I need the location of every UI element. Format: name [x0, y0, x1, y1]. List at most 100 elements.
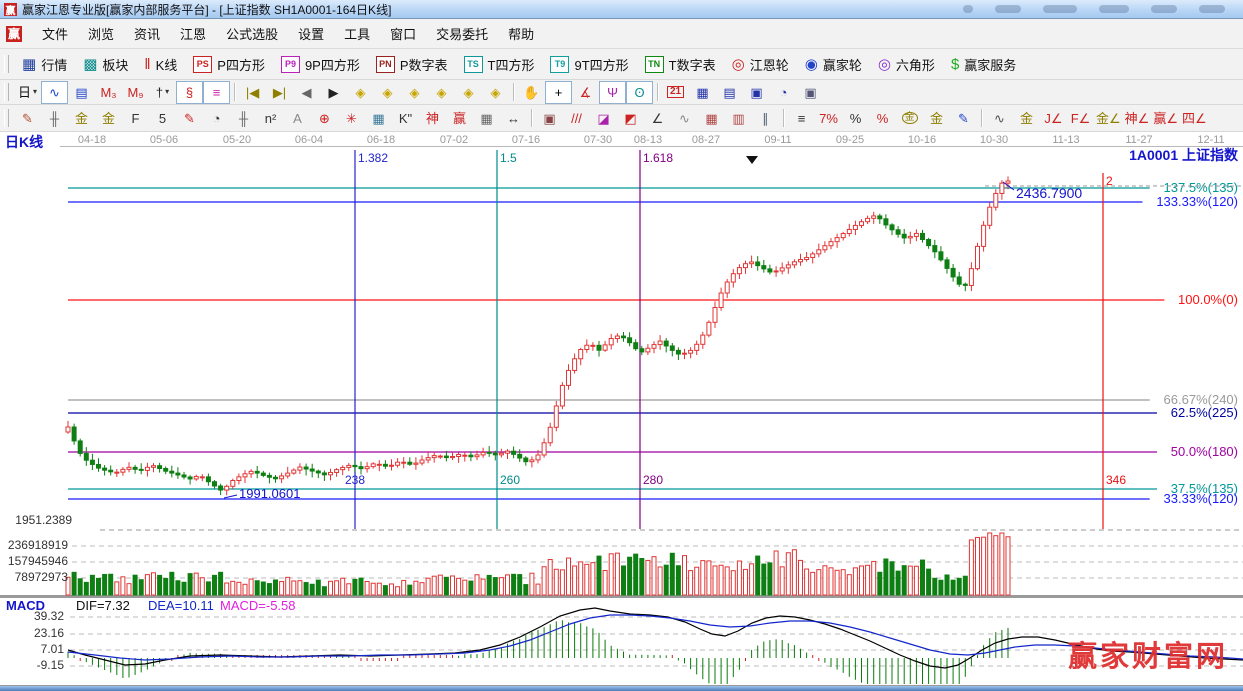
angle-rays-tool[interactable]: ∠	[644, 107, 671, 130]
t-square-button[interactable]: TST四方形	[456, 55, 543, 74]
f-section-tool[interactable]: F	[122, 107, 149, 130]
zigzag-pattern-tool[interactable]: ∿	[41, 81, 68, 104]
titlebar-item-faded[interactable]	[1199, 5, 1225, 13]
a-line-tool[interactable]: A	[284, 107, 311, 130]
red-dot-grid-tool[interactable]: ▦	[698, 107, 725, 130]
menu-item[interactable]: 浏览	[78, 20, 124, 47]
p-digit-table-button[interactable]: PNP数字表	[368, 55, 456, 74]
menu-item[interactable]: 设置	[288, 20, 334, 47]
titlebar-item-faded[interactable]	[1151, 5, 1177, 13]
gold-circle-tool[interactable]: 金	[896, 107, 923, 130]
calculator-button[interactable]: ▦	[689, 81, 716, 104]
wave-3-tool[interactable]: M₃	[95, 81, 122, 104]
knife-draw-tool[interactable]: ✎	[14, 107, 41, 130]
menu-item[interactable]: 文件	[32, 20, 78, 47]
stats-table-tool[interactable]: ≡	[788, 107, 815, 130]
history-data-button[interactable]: ◔	[770, 81, 797, 104]
gann-wheel-button[interactable]: ◎江恩轮	[724, 55, 797, 74]
menu-item[interactable]: 帮助	[498, 20, 544, 47]
gold-underline-tool[interactable]: 金	[1013, 107, 1040, 130]
dot-grid-tool[interactable]: ▦	[365, 107, 392, 130]
fan-fill-tool[interactable]: ◩	[617, 107, 644, 130]
calendar-button[interactable]: 21	[662, 81, 689, 104]
diamond-scroll-down[interactable]: ◈	[374, 81, 401, 104]
volume-profile-tool[interactable]: ≡	[203, 81, 230, 104]
next-bar-button[interactable]: ▶	[320, 81, 347, 104]
k-mark-tool[interactable]: K"	[392, 107, 419, 130]
toolbar-grip[interactable]	[4, 109, 9, 127]
hexagon-button[interactable]: ◎六角形	[870, 55, 943, 74]
square-n2-tool[interactable]: n²	[257, 107, 284, 130]
gold-angle-tool[interactable]: 金∠	[1094, 107, 1123, 130]
crosshair-tool[interactable]: +	[545, 81, 572, 104]
box-rays-tool[interactable]: ▣	[536, 107, 563, 130]
quotes-button[interactable]: ▦行情	[14, 55, 75, 74]
kline-button[interactable]: ‖K线	[136, 55, 185, 74]
toolbar-grip[interactable]	[4, 83, 9, 101]
gann-psi-tool[interactable]: Ψ	[599, 81, 626, 104]
percent-line-tool[interactable]: %	[869, 107, 896, 130]
width-measure-tool[interactable]: ↔	[500, 107, 527, 130]
menu-item[interactable]: 公式选股	[216, 20, 288, 47]
titlebar-item-faded[interactable]	[963, 5, 973, 13]
9t-square-button[interactable]: T99T四方形	[542, 55, 636, 74]
titlebar-item-faded[interactable]	[1043, 5, 1077, 13]
angle-measure-tool[interactable]: ∡	[572, 81, 599, 104]
time-clock-tool[interactable]: ◔	[203, 107, 230, 130]
parallel-lines-tool[interactable]: ∥	[752, 107, 779, 130]
export-data-button[interactable]: ▣	[797, 81, 824, 104]
diamond-compress[interactable]: ◈	[428, 81, 455, 104]
titlebar-item-faded[interactable]	[1099, 5, 1129, 13]
titlebar-item-faded[interactable]	[995, 5, 1021, 13]
hash-ticks-tool[interactable]: ╫	[230, 107, 257, 130]
star-circle-tool[interactable]: ✳	[338, 107, 365, 130]
prev-bar-button[interactable]: ◀	[293, 81, 320, 104]
gold-line-tool[interactable]: 金	[923, 107, 950, 130]
wave-line-tool[interactable]: ∿	[986, 107, 1013, 130]
percent-tool[interactable]: %	[842, 107, 869, 130]
winner-wheel-button[interactable]: ◉赢家轮	[797, 55, 870, 74]
diamond-fit[interactable]: ◈	[482, 81, 509, 104]
red-box-grid-tool[interactable]: ▥	[725, 107, 752, 130]
notepad-button[interactable]: ▤	[716, 81, 743, 104]
wave-9-tool[interactable]: M₉	[122, 81, 149, 104]
hand-pan-tool[interactable]: ✋	[518, 81, 545, 104]
diamond-center[interactable]: ◈	[455, 81, 482, 104]
win-grid-tool[interactable]: 赢	[446, 107, 473, 130]
red-figure-tool[interactable]: §	[176, 81, 203, 104]
gold-section-tool[interactable]: 金	[68, 107, 95, 130]
sectors-button[interactable]: ▩板块	[75, 55, 136, 74]
period-day-dropdown[interactable]: 日▾	[14, 81, 41, 104]
last-bar-button[interactable]: ▶|	[266, 81, 293, 104]
diamond-scroll-left[interactable]: ◈	[347, 81, 374, 104]
toolbar-grip[interactable]	[4, 55, 9, 73]
shen-angle-tool[interactable]: 神∠	[1123, 107, 1152, 130]
fan-box-tool[interactable]: ◪	[590, 107, 617, 130]
9p-square-button[interactable]: P99P四方形	[273, 55, 368, 74]
price-hash-tool[interactable]: ╫	[41, 107, 68, 130]
percent-top-tool[interactable]: 7%	[815, 107, 842, 130]
j-angle-tool[interactable]: J∠	[1040, 107, 1067, 130]
t-digit-table-button[interactable]: TNT数字表	[637, 55, 724, 74]
pen-bars-tool[interactable]: ✎	[950, 107, 977, 130]
menu-item[interactable]: 交易委托	[426, 20, 498, 47]
f-angle-tool[interactable]: F∠	[1067, 107, 1094, 130]
calendar-grid-tool[interactable]: ▦	[473, 107, 500, 130]
menu-item[interactable]: 资讯	[124, 20, 170, 47]
p-square-button[interactable]: PSP四方形	[185, 55, 273, 74]
zigzag-v-tool[interactable]: ∿	[671, 107, 698, 130]
first-bar-button[interactable]: |◀	[239, 81, 266, 104]
gold-section-tool-2[interactable]: 金	[95, 107, 122, 130]
circle-cross-tool[interactable]: ⊕	[311, 107, 338, 130]
horizontal-scrollbar[interactable]	[0, 686, 1243, 691]
shen-grid-tool[interactable]: 神	[419, 107, 446, 130]
menu-item[interactable]: 江恩	[170, 20, 216, 47]
thin-candle-dropdown[interactable]: †▾	[149, 81, 176, 104]
four-angle-tool[interactable]: 四∠	[1180, 107, 1209, 130]
winner-service-button[interactable]: $赢家服务	[943, 55, 1024, 74]
five-section-tool[interactable]: 5	[149, 107, 176, 130]
spiral-shell-tool[interactable]: ʘ	[626, 81, 653, 104]
menu-item[interactable]: 工具	[334, 20, 380, 47]
red-knife-tool[interactable]: ✎	[176, 107, 203, 130]
menu-item[interactable]: 窗口	[380, 20, 426, 47]
